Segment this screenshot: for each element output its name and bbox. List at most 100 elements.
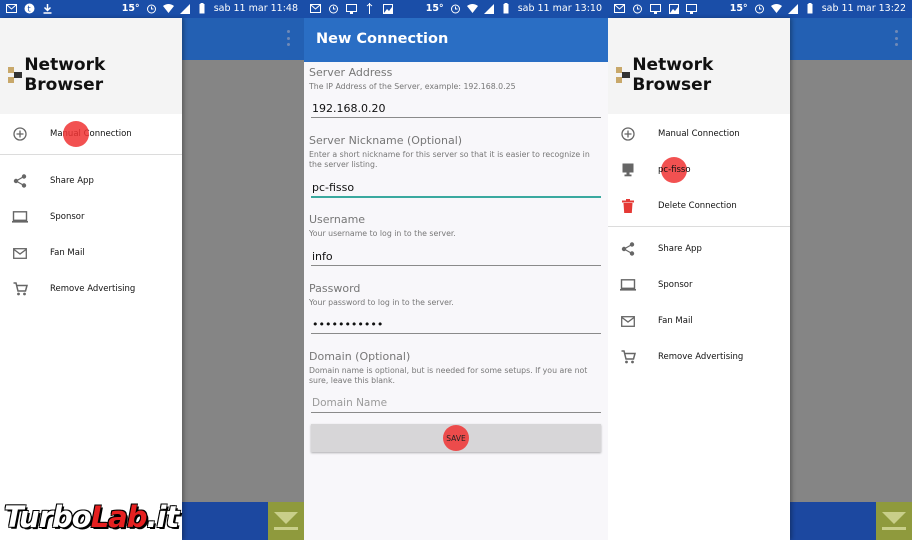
logo-mark-icon bbox=[616, 67, 630, 83]
share-icon bbox=[12, 174, 28, 188]
username-label: Username bbox=[309, 213, 366, 226]
menu-item-label: Remove Advertising bbox=[658, 352, 744, 362]
app-logo: Network Browser bbox=[616, 55, 790, 95]
page-title: New Connection bbox=[316, 31, 449, 47]
drawer-header: Network Browser bbox=[608, 18, 790, 114]
nickname-label: Server Nickname (Optional) bbox=[309, 134, 463, 147]
signal-icon bbox=[788, 3, 799, 14]
mail-notification-icon bbox=[310, 3, 321, 14]
status-bar: 15° sab 11 mar 13:10 bbox=[304, 0, 608, 18]
signal-icon bbox=[484, 3, 495, 14]
menu-item-label: Manual Connection bbox=[658, 129, 740, 139]
menu-item-share-app[interactable]: Share App bbox=[608, 231, 790, 267]
menu-item-label: Share App bbox=[658, 244, 702, 254]
watermark-logo: TurboLab.it bbox=[4, 500, 179, 534]
cart-icon bbox=[12, 282, 28, 296]
menu-item-label: Delete Connection bbox=[658, 201, 737, 211]
password-input[interactable] bbox=[311, 315, 601, 334]
menu-item-sponsor[interactable]: Sponsor bbox=[608, 267, 790, 303]
share-icon bbox=[620, 242, 636, 256]
screen-new-connection: 15° sab 11 mar 13:10 New Connection Serv… bbox=[304, 0, 608, 540]
menu-item-label: Sponsor bbox=[50, 212, 85, 222]
usb-icon bbox=[364, 3, 375, 14]
screen-cast-icon bbox=[346, 3, 357, 14]
server-address-input[interactable] bbox=[311, 99, 601, 118]
battery-icon bbox=[805, 3, 816, 14]
background-app-bar bbox=[182, 18, 304, 60]
menu-item-label: Fan Mail bbox=[658, 316, 693, 326]
add-circle-icon bbox=[620, 127, 636, 141]
laptop-icon bbox=[620, 278, 636, 292]
wifi-icon bbox=[770, 3, 782, 14]
server-address-help: The IP Address of the Server, example: 1… bbox=[309, 82, 516, 91]
mail-notification-icon bbox=[6, 3, 17, 14]
laptop-icon bbox=[12, 210, 28, 224]
clock: sab 11 mar 13:22 bbox=[821, 3, 906, 14]
overflow-menu-icon bbox=[895, 30, 898, 46]
mail-icon bbox=[620, 314, 636, 328]
download-icon bbox=[42, 3, 53, 14]
signal-icon bbox=[180, 3, 191, 14]
trash-icon bbox=[620, 199, 636, 213]
domain-label: Domain (Optional) bbox=[309, 350, 411, 363]
temperature: 15° bbox=[425, 3, 444, 14]
nickname-help: Enter a short nickname for this server s… bbox=[309, 150, 590, 169]
domain-input[interactable] bbox=[311, 394, 601, 413]
save-button[interactable]: SAVE bbox=[311, 424, 601, 452]
drawer-scrim[interactable] bbox=[182, 60, 304, 502]
ad-arrow-icon[interactable] bbox=[268, 502, 304, 540]
image-icon bbox=[382, 3, 393, 14]
alarm-notification-icon bbox=[328, 3, 339, 14]
password-label: Password bbox=[309, 282, 361, 295]
image-icon bbox=[668, 3, 679, 14]
menu-divider bbox=[608, 226, 790, 227]
temperature: 15° bbox=[121, 3, 140, 14]
menu-item-manual-connection[interactable]: Manual Connection bbox=[608, 116, 790, 152]
menu-item-label: pc-fisso bbox=[658, 165, 691, 175]
mail-icon bbox=[12, 246, 28, 260]
clock: sab 11 mar 13:10 bbox=[517, 3, 602, 14]
menu-item-label: Remove Advertising bbox=[50, 284, 136, 294]
logo-mark-icon bbox=[8, 67, 22, 83]
battery-icon bbox=[501, 3, 512, 14]
screen-cast-icon bbox=[650, 3, 661, 14]
clock: sab 11 mar 11:48 bbox=[213, 3, 298, 14]
menu-item-share-app[interactable]: Share App bbox=[0, 163, 182, 199]
menu-item-label: Share App bbox=[50, 176, 94, 186]
username-help: Your username to log in to the server. bbox=[309, 229, 456, 238]
overflow-menu-icon bbox=[287, 30, 290, 46]
menu-item-delete-connection[interactable]: Delete Connection bbox=[608, 188, 790, 224]
username-input[interactable] bbox=[311, 247, 601, 266]
screen-cast-icon bbox=[686, 3, 697, 14]
alarm-icon bbox=[146, 3, 157, 14]
app-title: Network Browser bbox=[24, 55, 106, 95]
save-button-label: SAVE bbox=[446, 433, 466, 443]
cart-icon bbox=[620, 350, 636, 364]
menu-item-fan-mail[interactable]: Fan Mail bbox=[608, 303, 790, 339]
menu-item-saved-connection[interactable]: pc-fisso bbox=[608, 152, 790, 188]
ad-arrow-icon[interactable] bbox=[876, 502, 912, 540]
mail-notification-icon bbox=[614, 3, 625, 14]
menu-item-label: Fan Mail bbox=[50, 248, 85, 258]
menu-item-sponsor[interactable]: Sponsor bbox=[0, 199, 182, 235]
menu-item-fan-mail[interactable]: Fan Mail bbox=[0, 235, 182, 271]
svg-text:t: t bbox=[28, 5, 31, 14]
connection-form: Server Address The IP Address of the Ser… bbox=[304, 62, 608, 540]
touch-indicator bbox=[63, 121, 89, 147]
navigation-drawer: Network Browser Manual Connection pc-fis… bbox=[608, 18, 790, 540]
ad-banner[interactable] bbox=[182, 502, 304, 540]
wifi-icon bbox=[162, 3, 174, 14]
wifi-icon bbox=[466, 3, 478, 14]
status-bar: t 15° sab 11 mar 11:48 bbox=[0, 0, 304, 18]
ad-banner[interactable] bbox=[790, 502, 912, 540]
menu-item-manual-connection[interactable]: Manual Connection bbox=[0, 116, 182, 152]
nickname-input[interactable] bbox=[311, 178, 601, 198]
background-app-bar bbox=[790, 18, 912, 60]
app-notification-icon: t bbox=[24, 3, 35, 14]
screen-drawer-initial: t 15° sab 11 mar 11:48 Network Browser M… bbox=[0, 0, 304, 540]
menu-item-remove-advertising[interactable]: Remove Advertising bbox=[0, 271, 182, 307]
menu-item-remove-advertising[interactable]: Remove Advertising bbox=[608, 339, 790, 375]
drawer-scrim[interactable] bbox=[790, 60, 912, 502]
drawer-header: Network Browser bbox=[0, 18, 182, 114]
server-address-label: Server Address bbox=[309, 66, 393, 79]
